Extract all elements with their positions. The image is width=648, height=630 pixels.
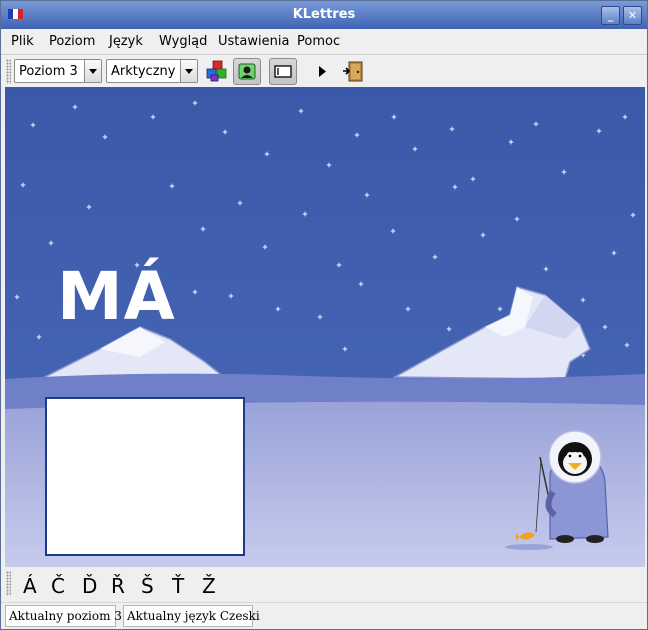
minimize-button[interactable]: _: [601, 6, 620, 25]
letter-button[interactable]: Ř: [111, 574, 125, 598]
letter-button[interactable]: Ď: [82, 574, 97, 598]
toolbar-grip[interactable]: [6, 59, 11, 84]
level-combo[interactable]: Poziom 3: [14, 59, 102, 83]
theme-combo-value: Arktyczny: [111, 64, 176, 79]
window-title: KLettres: [292, 7, 356, 22]
blocks-icon: [206, 60, 227, 82]
menu-pomoc[interactable]: Pomoc: [297, 34, 340, 49]
chevron-down-icon[interactable]: [180, 60, 197, 82]
quit-button[interactable]: [339, 58, 367, 85]
menubar-icon: [274, 65, 292, 78]
status-bar: Aktualny poziom 3 Aktualny język Czeski: [1, 602, 647, 629]
grownup-level-button[interactable]: [233, 58, 261, 85]
title-bar: KLettres _ ✕: [1, 1, 647, 29]
play-icon: [319, 66, 326, 77]
letter-button[interactable]: Ť: [172, 574, 184, 598]
menu-ustawienia[interactable]: Ustawienia: [218, 34, 289, 49]
menu-poziom[interactable]: Poziom: [49, 34, 95, 49]
menu-jezyk[interactable]: Język: [109, 34, 143, 49]
toolbar: Poziom 3 Arktyczny: [1, 56, 647, 87]
menu-wyglad[interactable]: Wygląd: [159, 34, 207, 49]
theme-combo[interactable]: Arktyczny: [106, 59, 198, 83]
letter-button[interactable]: Č: [51, 574, 65, 598]
toolbar-grip[interactable]: [6, 571, 11, 596]
kid-level-button[interactable]: [203, 58, 231, 85]
play-button[interactable]: [308, 58, 336, 85]
grownup-icon: [238, 63, 256, 80]
chevron-down-icon[interactable]: [84, 60, 101, 82]
letter-button[interactable]: Ž: [202, 574, 216, 598]
menu-bar: Plik Poziom Język Wygląd Ustawienia Pomo…: [1, 29, 647, 55]
answer-input-box[interactable]: [45, 397, 245, 556]
target-word: MÁ: [57, 258, 176, 335]
status-level: Aktualny poziom 3: [5, 605, 122, 627]
arctic-scene: MÁ: [5, 87, 645, 567]
show-menubar-button[interactable]: [269, 58, 297, 85]
level-combo-value: Poziom 3: [19, 64, 78, 79]
quit-door-icon: [343, 61, 363, 82]
status-language: Aktualny język Czeski: [123, 605, 260, 627]
menu-plik[interactable]: Plik: [11, 34, 34, 49]
special-letters-bar: Á Č Ď Ř Š Ť Ž: [1, 568, 647, 602]
letter-button[interactable]: Š: [141, 574, 154, 598]
letter-button[interactable]: Á: [23, 574, 37, 598]
klettres-window: KLettres _ ✕ Plik Poziom Język Wygląd Us…: [0, 0, 648, 630]
close-button[interactable]: ✕: [623, 6, 642, 25]
